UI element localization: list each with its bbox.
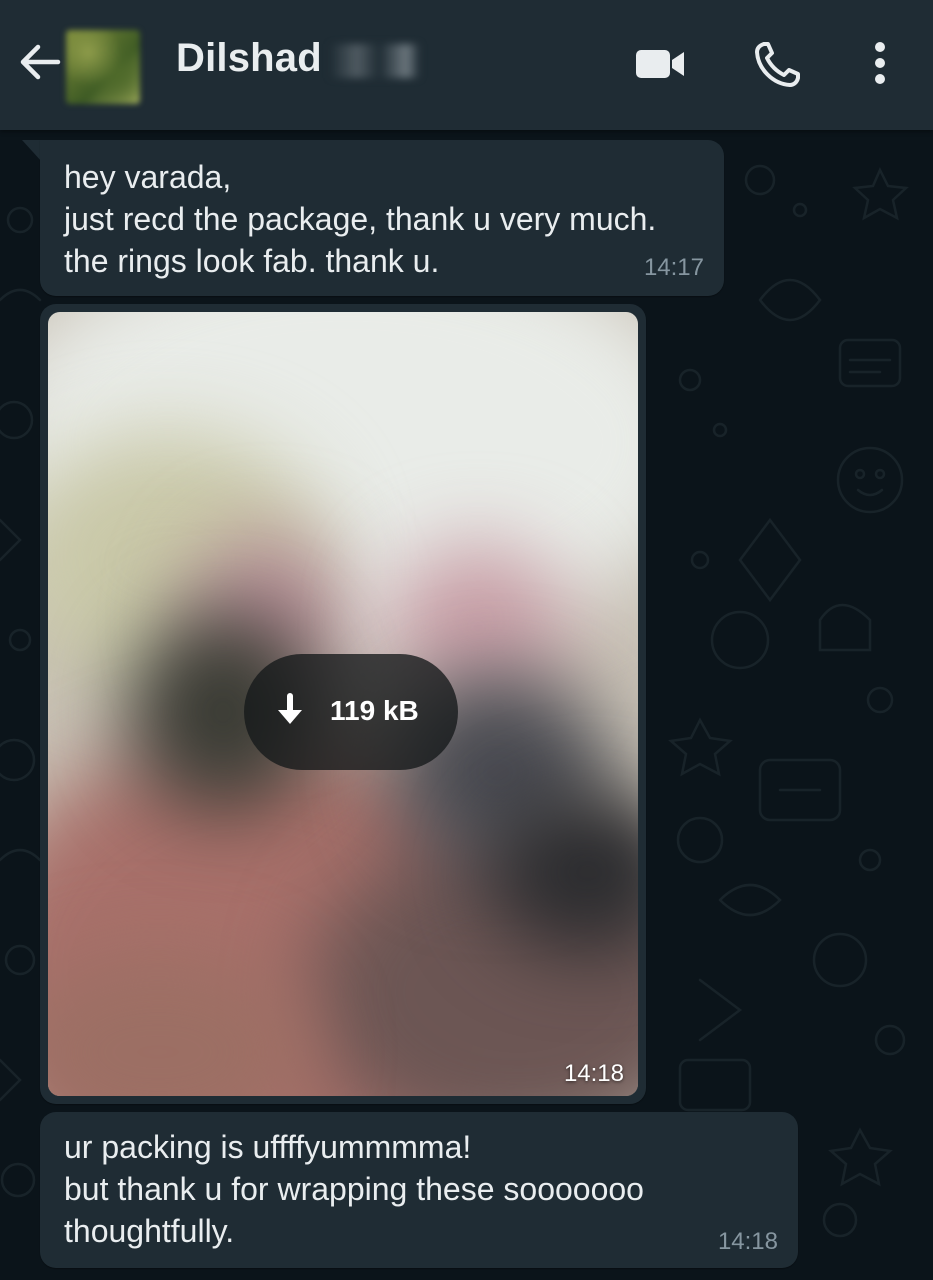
back-button[interactable] (14, 36, 66, 88)
voice-call-button[interactable] (750, 36, 806, 92)
incoming-message[interactable]: hey varada, just recd the package, thank… (40, 140, 724, 296)
arrow-left-icon (20, 44, 61, 80)
download-size: 119 kB (330, 695, 419, 726)
download-arrow-icon (278, 693, 302, 724)
redacted-name-part (330, 44, 420, 78)
chat-header: Dilshad (0, 0, 933, 130)
message-text: hey varada, just recd the package, thank… (64, 159, 657, 279)
bubble-tail (22, 140, 42, 162)
message-time: 14:17 (643, 254, 704, 281)
video-call-button[interactable] (632, 36, 688, 92)
download-button[interactable]: 119 kB (244, 654, 458, 770)
message-time: 14:18 (717, 1228, 778, 1255)
phone-icon (755, 42, 800, 87)
contact-name[interactable]: Dilshad (176, 36, 322, 81)
video-camera-icon (636, 50, 684, 78)
menu-button[interactable] (852, 36, 908, 92)
contact-avatar[interactable] (66, 30, 140, 104)
incoming-image-message[interactable]: 119 kB 14:18 (40, 304, 646, 1104)
incoming-message[interactable]: ur packing is uffffyummmma! but thank u … (40, 1112, 798, 1268)
image-time: 14:18 (563, 1060, 624, 1087)
chat-screen: Dilshad hey varada, just recd the packag… (0, 0, 933, 1280)
more-vertical-icon (875, 42, 885, 84)
blurred-image-preview[interactable]: 119 kB 14:18 (48, 312, 638, 1096)
message-text: ur packing is uffffyummmma! but thank u … (64, 1129, 644, 1249)
